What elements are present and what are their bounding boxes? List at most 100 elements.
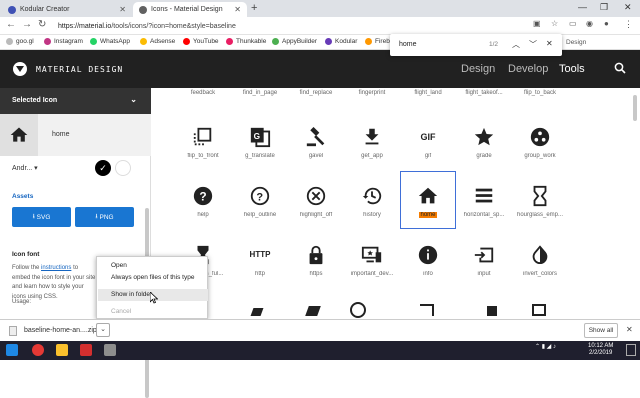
notifications-icon[interactable] — [626, 344, 636, 356]
reload-icon[interactable]: ↻ — [38, 19, 46, 30]
window-close-icon[interactable]: ✕ — [624, 2, 632, 13]
menu-item-show-in-folder[interactable]: Show in folder — [111, 291, 152, 298]
extension-icon[interactable]: ▣ — [533, 19, 541, 28]
profile-icon[interactable]: ◉ — [586, 19, 593, 28]
info-icon — [418, 245, 438, 265]
color-swatch-white[interactable] — [115, 160, 131, 176]
preview-icon-box — [0, 114, 38, 156]
start-icon[interactable] — [6, 344, 18, 356]
icon-cell-help-outline[interactable]: ? help_outline — [229, 185, 291, 218]
back-arrow-icon[interactable]: ← — [6, 19, 16, 30]
bookmark-item[interactable]: AppyBuilder — [272, 38, 317, 45]
icon-cell-input[interactable]: input — [453, 244, 515, 277]
gif-icon: GIF — [420, 132, 436, 142]
bookmark-item[interactable]: Thunkable — [226, 38, 266, 45]
icon-label: flight_land — [414, 90, 442, 96]
bookmark-item[interactable]: Fireb — [365, 38, 390, 45]
url-path: /tools/icons/?icon=home&style=baseline — [111, 23, 236, 30]
icon-cell-get-app[interactable]: get_app — [341, 126, 403, 159]
bookmark-item[interactable]: YouTube — [183, 38, 219, 45]
site-title[interactable]: MATERIAL DESIGN — [36, 65, 123, 74]
address-bar[interactable]: https://material.io/tools/icons/?icon=ho… — [58, 23, 236, 30]
icon-cell-invert-colors[interactable]: invert_colors — [509, 244, 571, 277]
label-icon[interactable] — [305, 306, 321, 316]
app-taskbar-icon[interactable] — [80, 344, 92, 356]
icon-cell-home[interactable]: home — [397, 185, 459, 218]
photos-taskbar-icon[interactable] — [104, 344, 116, 356]
icon-cell-history[interactable]: history — [341, 185, 403, 218]
taskbar-clock[interactable]: 10:12 AM 2/2/2019 — [588, 343, 613, 357]
new-tab-icon[interactable]: + — [251, 2, 257, 14]
bookmark-star-icon[interactable]: ☆ — [551, 19, 558, 28]
hourglass-empty-icon — [533, 185, 547, 207]
icon-cell-hourglass-empty[interactable]: hourglass_emp... — [509, 185, 571, 218]
find-close-icon[interactable]: ✕ — [546, 39, 553, 48]
search-icon[interactable] — [614, 62, 626, 74]
account-icon[interactable]: ● — [604, 19, 609, 28]
tab-kodular[interactable]: Kodular Creator ✕ — [2, 2, 132, 17]
menu-item-always-open[interactable]: Always open files of this type — [111, 274, 194, 281]
nav-tools[interactable]: Tools — [559, 63, 585, 75]
icon-cell-http[interactable]: HTTP http — [229, 244, 291, 277]
bookmark-item[interactable]: Instagram — [44, 38, 83, 45]
download-png-button[interactable]: ⭳ PNG — [75, 207, 134, 227]
selected-icon-header[interactable]: Selected Icon ⌄ — [0, 88, 151, 114]
find-trailing-text: Design — [566, 39, 587, 46]
forward-arrow-icon[interactable]: → — [22, 19, 32, 30]
cast-icon[interactable]: ▭ — [569, 19, 577, 28]
icon-cell-group-work[interactable]: group_work — [509, 126, 571, 159]
close-tab-icon[interactable]: ✕ — [119, 5, 126, 14]
menu-item-open[interactable]: Open — [111, 262, 127, 269]
nav-design[interactable]: Design — [461, 63, 495, 75]
file-explorer-icon[interactable] — [56, 344, 68, 356]
system-tray-icons[interactable]: ⌃ ▮ ◢ ♪ — [535, 343, 556, 350]
bookmark-item[interactable]: WhatsApp — [90, 38, 130, 45]
icon-cell-flip-to-front[interactable]: flip_to_front — [172, 126, 234, 159]
find-next-icon[interactable]: ﹀ — [529, 39, 537, 50]
maximize-icon[interactable]: ❐ — [600, 2, 608, 13]
show-all-button[interactable]: Show all — [584, 323, 618, 338]
download-svg-button[interactable]: ⭳ SVG — [12, 207, 71, 227]
bookmark-item[interactable]: Kodular — [325, 38, 357, 45]
find-input[interactable]: home — [399, 41, 417, 48]
icon-cell-grade[interactable]: grade — [453, 126, 515, 159]
more-menu-icon[interactable]: ⋮ — [624, 19, 633, 30]
http-icon: HTTP — [249, 250, 271, 259]
nav-develop[interactable]: Develop — [508, 63, 548, 75]
icon-cell-https[interactable]: https — [285, 244, 347, 277]
tab-material-icons[interactable]: Icons - Material Design ✕ — [133, 2, 247, 17]
find-prev-icon[interactable]: ︿ — [512, 39, 520, 50]
color-swatch-black[interactable]: ✓ — [95, 160, 111, 176]
bookmark-item[interactable]: goo.gl — [6, 38, 34, 45]
close-shelf-icon[interactable]: ✕ — [626, 325, 633, 334]
horizontal-split-icon — [475, 188, 493, 203]
instructions-link[interactable]: instructions — [41, 265, 71, 271]
icon-cell-help[interactable]: ? help — [172, 185, 234, 218]
language-icon[interactable] — [350, 302, 366, 318]
launch-icon[interactable] — [420, 304, 434, 316]
icon-cell-g-translate[interactable]: G g_translate — [229, 126, 291, 159]
close-tab-icon[interactable]: ✕ — [234, 5, 241, 14]
icon-cell-important-devices[interactable]: important_dev... — [341, 244, 403, 277]
icon-cell-highlight-off[interactable]: highlight_off — [285, 185, 347, 218]
chevron-down-icon[interactable]: ⌄ — [130, 95, 137, 104]
platform-select[interactable]: Andr... ▾ — [12, 164, 38, 172]
download-options-chevron-icon[interactable]: ⌄ — [96, 323, 110, 337]
icon-cell-info[interactable]: info — [397, 244, 459, 277]
line-style-icon[interactable] — [532, 304, 546, 316]
chrome-taskbar-icon[interactable] — [32, 344, 44, 356]
icon-label: flip_to_back — [523, 90, 557, 96]
label-important-icon[interactable] — [250, 308, 264, 316]
tab-title: Icons - Material Design — [151, 6, 223, 13]
icon-label: find_in_page — [242, 90, 278, 96]
page-scrollbar[interactable] — [633, 95, 637, 121]
download-filename[interactable]: baseline-home-an....zip — [24, 327, 97, 334]
material-logo-icon[interactable] — [13, 62, 27, 76]
bookmark-item[interactable]: Adsense — [140, 38, 175, 45]
minimize-icon[interactable]: — — [578, 2, 587, 12]
icon-cell-gavel[interactable]: gavel — [285, 126, 347, 159]
icon-cell-gif[interactable]: GIF gif — [397, 126, 459, 159]
gavel-icon — [306, 126, 325, 147]
lightbulb-icon[interactable] — [487, 306, 497, 316]
icon-cell-horizontal-split[interactable]: horizontal_sp... — [453, 185, 515, 218]
